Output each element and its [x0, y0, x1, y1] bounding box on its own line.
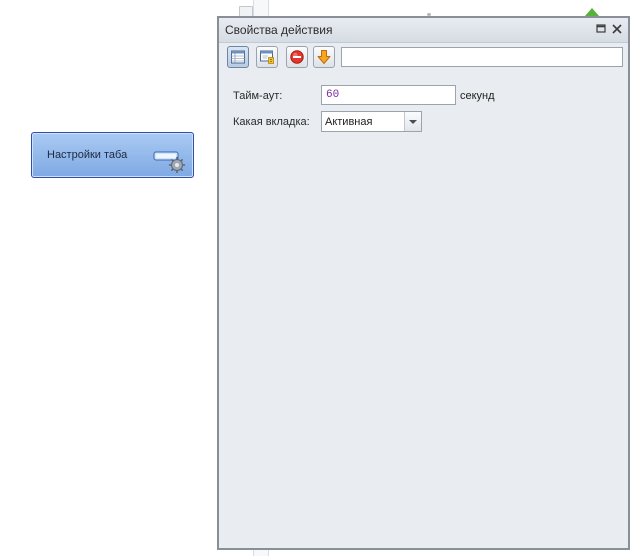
maximize-icon[interactable] — [594, 22, 608, 36]
action-properties-panel: Свойства действия Тайм-аут: 60 секунд Ка… — [217, 16, 630, 550]
window-settings-button[interactable] — [256, 46, 278, 68]
window-settings-icon — [260, 50, 274, 64]
down-arrow-icon — [317, 50, 331, 64]
tab-settings-gear-icon — [153, 149, 187, 174]
panel-titlebar[interactable]: Свойства действия — [219, 18, 628, 43]
tab-select-value: Активная — [325, 116, 373, 128]
timeout-input[interactable] — [321, 85, 456, 105]
properties-grid-icon — [231, 50, 245, 64]
close-icon[interactable] — [610, 22, 624, 36]
stop-button[interactable] — [286, 46, 308, 68]
stop-icon — [290, 50, 304, 64]
panel-toolbar — [219, 43, 628, 73]
properties-grid-button[interactable] — [227, 46, 249, 68]
tab-select-dropdown[interactable]: Активная — [321, 111, 422, 132]
move-down-button[interactable] — [313, 46, 335, 68]
timeout-unit-label: секунд — [460, 90, 495, 102]
chevron-down-icon[interactable] — [404, 112, 421, 131]
toolbar-search-input[interactable] — [341, 47, 623, 67]
action-node-label: Настройки таба — [47, 149, 128, 161]
panel-title: Свойства действия — [225, 23, 333, 37]
green-marker-icon — [585, 8, 599, 16]
tab-select-label: Какая вкладка: — [233, 116, 310, 128]
action-node-tab-settings[interactable]: Настройки таба — [31, 132, 194, 178]
timeout-label: Тайм-аут: — [233, 90, 283, 102]
